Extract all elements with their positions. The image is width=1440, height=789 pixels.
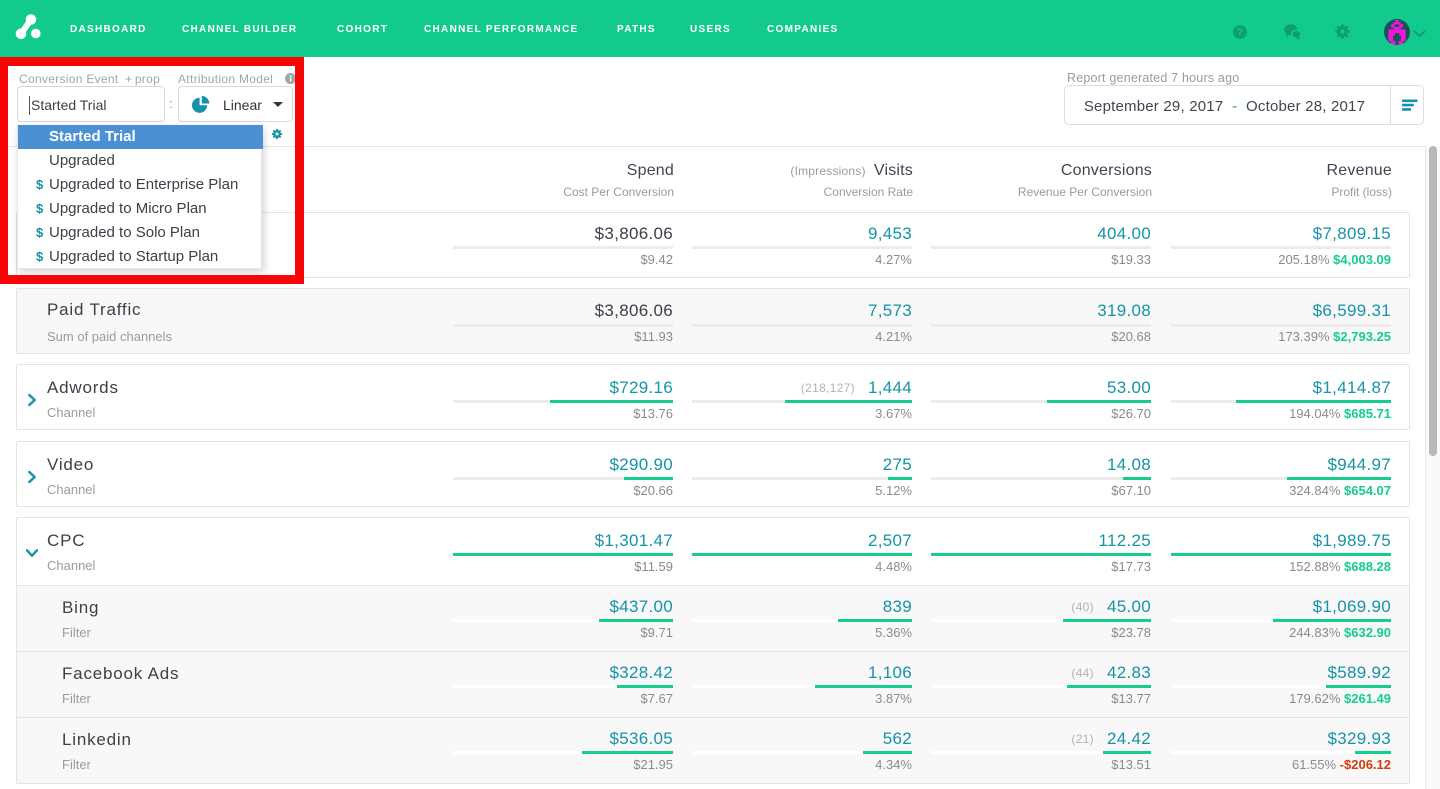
svg-text:?: ? xyxy=(1237,27,1243,39)
